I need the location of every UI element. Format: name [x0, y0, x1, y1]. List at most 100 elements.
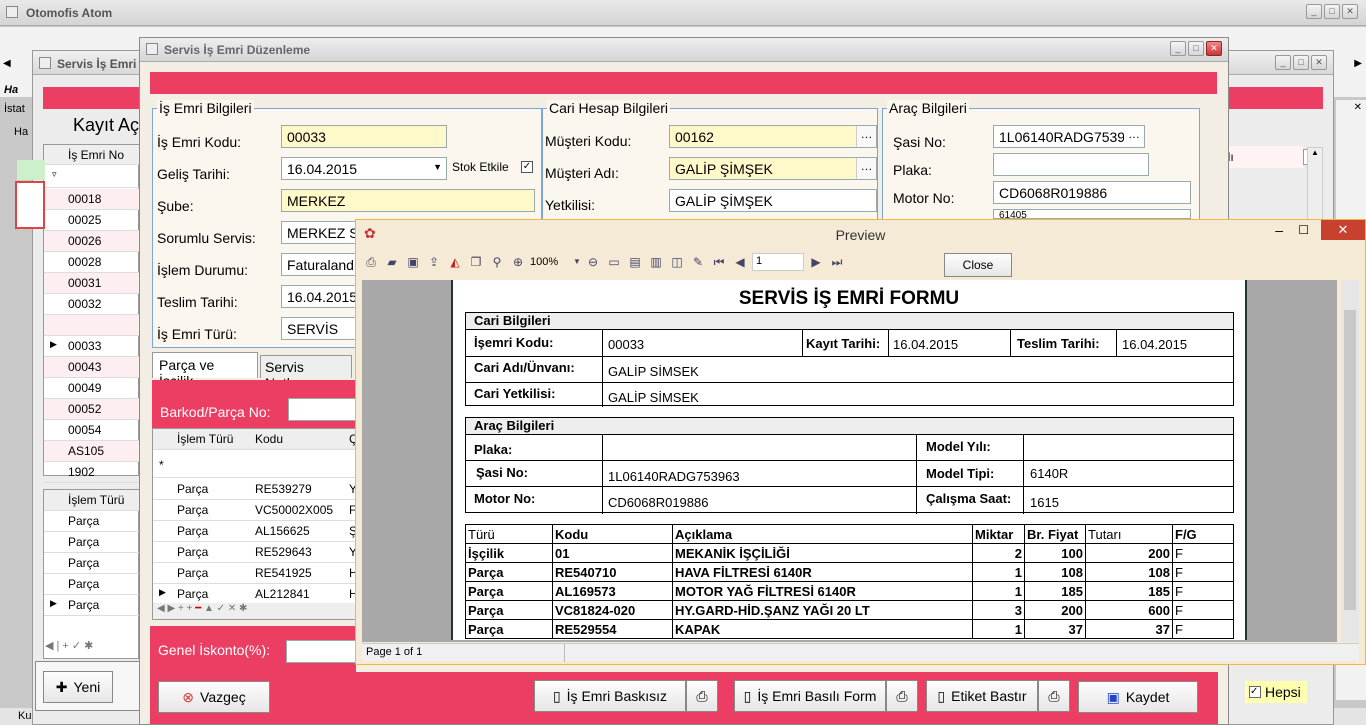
- grid-filter-row[interactable]: ▿: [44, 166, 140, 188]
- baskisiz-button[interactable]: ▯ İş Emri Baskısız: [534, 680, 686, 712]
- back-window-menu-icon[interactable]: [39, 57, 51, 69]
- print-icon[interactable]: ⎙: [362, 253, 380, 271]
- open-icon[interactable]: ▰: [383, 253, 401, 271]
- front-minimize-button[interactable]: _: [1170, 41, 1186, 56]
- scroll-thumb[interactable]: [1344, 310, 1356, 610]
- plaka-field[interactable]: [993, 153, 1149, 176]
- scroll-up-icon[interactable]: ▲: [1308, 148, 1322, 157]
- etiket-preview-button[interactable]: ⎙: [1038, 680, 1070, 712]
- table-row[interactable]: 00025: [44, 210, 140, 231]
- table-row[interactable]: Parça AL156625 Ş: [153, 521, 357, 542]
- back-nav-icons[interactable]: ◀ | + ✓ ✱: [45, 639, 93, 652]
- basili-form-button[interactable]: ▯ İş Emri Basılı Form: [734, 680, 886, 712]
- musteri-kodu-field[interactable]: 00162…: [669, 125, 877, 148]
- back-minimize-button[interactable]: _: [1275, 55, 1291, 70]
- book-icon[interactable]: ◫: [668, 253, 686, 271]
- barkod-field[interactable]: [288, 398, 356, 421]
- new-row[interactable]: *: [153, 450, 357, 478]
- front-window-menu-icon[interactable]: [146, 43, 158, 55]
- table-row[interactable]: Parça: [44, 553, 140, 574]
- islem-durumu-field[interactable]: Faturalandı: [281, 253, 361, 276]
- preview-close-x-button[interactable]: ✕: [1321, 220, 1365, 240]
- copy-icon[interactable]: ❐: [467, 253, 485, 271]
- ellipsis-icon[interactable]: …: [1124, 126, 1144, 147]
- is-emri-kodu-field[interactable]: 00033: [281, 125, 447, 148]
- fit-page-icon[interactable]: ▭: [605, 253, 623, 271]
- ellipsis-icon[interactable]: …: [856, 126, 876, 147]
- edit-icon[interactable]: ✎: [689, 253, 707, 271]
- multi-page-icon[interactable]: ▥: [647, 253, 665, 271]
- table-row[interactable]: 00049: [44, 378, 140, 399]
- new-button[interactable]: ✚ Yeni: [43, 671, 113, 703]
- back-close-button[interactable]: ✕: [1311, 55, 1327, 70]
- basili-preview-button[interactable]: ⎙: [886, 680, 918, 712]
- single-page-icon[interactable]: ▤: [626, 253, 644, 271]
- table-row[interactable]: 00031: [44, 273, 140, 294]
- back-lower-grid[interactable]: İşlem Türü Parça Parça Parça Parça ▶ Parça: [43, 489, 140, 659]
- parts-grid[interactable]: İşlem Türü Kodu Ç * Parça RE539279 Y Parça V…: [152, 428, 358, 620]
- table-row[interactable]: 00032: [44, 294, 140, 315]
- table-row[interactable]: 00054: [44, 420, 140, 441]
- table-row[interactable]: 00026: [44, 231, 140, 252]
- table-row[interactable]: 00018: [44, 189, 140, 210]
- filter-icon[interactable]: ▿: [52, 169, 57, 180]
- table-row[interactable]: ▶ 00033: [44, 336, 140, 357]
- app-maximize-button[interactable]: □: [1324, 4, 1340, 19]
- table-row[interactable]: Parça: [44, 511, 140, 532]
- zoom-in-icon[interactable]: ⊕: [509, 253, 527, 271]
- ellipsis-icon[interactable]: …: [856, 158, 876, 179]
- stok-etkile-checkbox[interactable]: ✓: [521, 161, 533, 173]
- back-maximize-button[interactable]: □: [1293, 55, 1309, 70]
- baskisiz-preview-button[interactable]: ⎙: [686, 680, 718, 712]
- export-icon[interactable]: ⇪: [425, 253, 443, 271]
- table-row[interactable]: ▶ Parça: [44, 595, 140, 616]
- dropdown-arrow-icon[interactable]: ▼: [433, 162, 442, 172]
- zoom-out-icon[interactable]: ⊖: [584, 253, 602, 271]
- yetkilisi-field[interactable]: GALİP ŞİMŞEK: [669, 189, 877, 212]
- kaydet-button[interactable]: ▣ Kaydet: [1078, 681, 1198, 713]
- app-minimize-button[interactable]: _: [1306, 4, 1322, 19]
- sorumlu-servis-field[interactable]: MERKEZ SE: [281, 221, 361, 244]
- sasi-no-field[interactable]: 1L06140RADG75396…: [993, 125, 1145, 148]
- motor-no-field[interactable]: CD6068R019886: [993, 181, 1191, 204]
- preview-scrollbar[interactable]: [1341, 280, 1359, 642]
- table-row[interactable]: Parça RE541925 H: [153, 563, 358, 584]
- next-page-icon[interactable]: ▶: [807, 253, 825, 271]
- iskonto-field[interactable]: [286, 640, 356, 663]
- parts-nav-icons[interactable]: ◀ ▶ + + ━ ▲ ✓ ✕ ✱: [153, 603, 357, 619]
- table-row[interactable]: 00052: [44, 399, 140, 420]
- checkbox-icon[interactable]: ✓: [1249, 686, 1261, 698]
- table-row[interactable]: [44, 315, 140, 336]
- preview-close-button[interactable]: Close: [944, 253, 1012, 277]
- save-icon[interactable]: ▣: [404, 253, 422, 271]
- teslim-tarihi-field[interactable]: 16.04.2015: [281, 285, 361, 308]
- find-icon[interactable]: ⚲: [488, 253, 506, 271]
- vazgec-button[interactable]: ⊗ Vazgeç: [158, 681, 270, 713]
- app-menu-icon[interactable]: [6, 6, 18, 18]
- etiket-button[interactable]: ▯ Etiket Bastır: [926, 680, 1038, 712]
- table-row[interactable]: 1902: [44, 462, 140, 483]
- front-close-button[interactable]: ✕: [1206, 41, 1222, 56]
- last-page-icon[interactable]: ⏭: [828, 253, 846, 271]
- zoom-dropdown-icon[interactable]: ▼: [573, 253, 581, 271]
- prev-page-icon[interactable]: ◀: [731, 253, 749, 271]
- table-row[interactable]: Parça RE529643 Y: [153, 542, 357, 563]
- tab-servis-notlari[interactable]: Servis Notları: [260, 355, 352, 391]
- musteri-adi-field[interactable]: GALİP ŞİMŞEK…: [669, 157, 877, 180]
- table-row[interactable]: 00028: [44, 252, 140, 273]
- app-close-button[interactable]: ✕: [1342, 4, 1358, 19]
- preview-maximize-button[interactable]: ☐: [1298, 223, 1309, 237]
- side-label-3[interactable]: Ha: [14, 126, 28, 138]
- sube-field[interactable]: MERKEZ: [281, 189, 535, 212]
- preview-minimize-button[interactable]: ‒: [1275, 222, 1283, 238]
- table-row[interactable]: Parça RE539279 Y: [153, 479, 357, 500]
- tab-parca-iscilik[interactable]: Parça ve İşçilik: [152, 352, 258, 389]
- pdf-icon[interactable]: ◭: [446, 253, 464, 271]
- cut-field[interactable]: 61405: [993, 209, 1191, 219]
- table-row[interactable]: ▶ Parça AL212841 H: [153, 584, 358, 605]
- front-maximize-button[interactable]: □: [1188, 41, 1204, 56]
- scroll-right-icon[interactable]: ▶: [1354, 58, 1362, 69]
- is-emri-turu-field[interactable]: SERVİS: [281, 317, 361, 340]
- gelis-tarihi-field[interactable]: 16.04.2015 ▼: [281, 157, 447, 180]
- close-icon[interactable]: ✕: [1354, 102, 1362, 113]
